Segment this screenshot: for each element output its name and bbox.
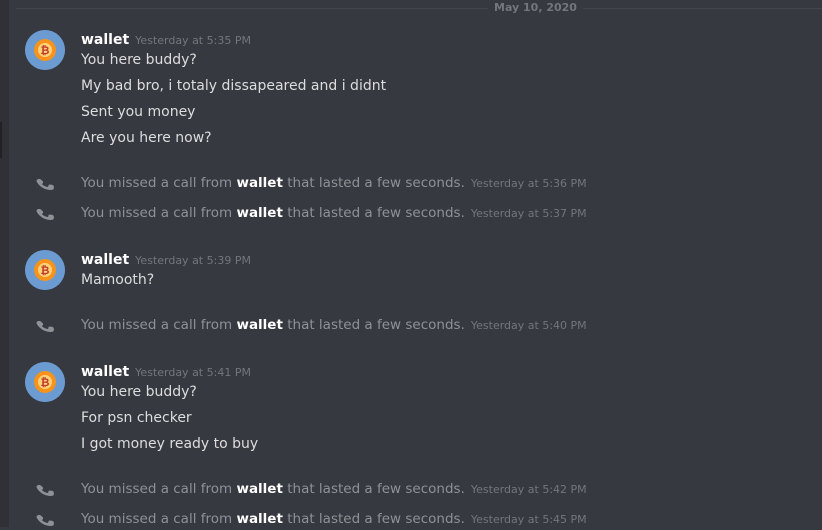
caller-name[interactable]: wallet [236, 511, 282, 527]
scrollbar-stub [0, 122, 2, 158]
phone-missed-icon [36, 178, 54, 190]
message-text: My bad bro, i totaly dissapeared and i d… [81, 78, 387, 94]
message-timestamp: Yesterday at 5:39 PM [135, 254, 251, 267]
message-timestamp: Yesterday at 5:41 PM [135, 366, 251, 379]
bitcoin-avatar-icon[interactable]: ₿ [25, 362, 65, 402]
username[interactable]: wallet [81, 364, 129, 380]
message-timestamp: Yesterday at 5:35 PM [135, 34, 251, 47]
message-text: Are you here now? [81, 130, 212, 146]
caller-name[interactable]: wallet [236, 317, 282, 333]
bitcoin-avatar-icon[interactable]: ₿ [25, 30, 65, 70]
caller-name[interactable]: wallet [236, 205, 282, 221]
date-divider: May 10, 2020 [488, 1, 583, 15]
svg-text:₿: ₿ [41, 44, 50, 57]
call-timestamp: Yesterday at 5:42 PM [470, 483, 587, 496]
call-timestamp: Yesterday at 5:36 PM [470, 177, 587, 190]
phone-missed-icon [36, 320, 54, 332]
caller-name[interactable]: wallet [236, 175, 282, 191]
phone-missed-icon [36, 484, 54, 496]
message-text: Mamooth? [81, 272, 155, 288]
call-timestamp: Yesterday at 5:45 PM [470, 513, 587, 526]
message-text: You here buddy? [81, 52, 197, 68]
message-text: I got money ready to buy [81, 436, 259, 452]
message-text: Sent you money [81, 104, 196, 120]
username[interactable]: wallet [81, 32, 129, 48]
svg-text:₿: ₿ [41, 376, 50, 389]
svg-text:₿: ₿ [41, 264, 50, 277]
message-header: wallet Yesterday at 5:39 PM [81, 250, 251, 270]
phone-missed-icon [36, 514, 54, 526]
username[interactable]: wallet [81, 252, 129, 268]
message-header: wallet Yesterday at 5:41 PM [81, 362, 251, 382]
missed-call-message: You missed a call from wallet that laste… [81, 175, 587, 191]
missed-call-message: You missed a call from wallet that laste… [81, 511, 587, 527]
caller-name[interactable]: wallet [236, 481, 282, 497]
bitcoin-avatar-icon[interactable]: ₿ [25, 250, 65, 290]
missed-call-message: You missed a call from wallet that laste… [81, 317, 587, 333]
call-timestamp: Yesterday at 5:37 PM [470, 207, 587, 220]
phone-missed-icon [36, 208, 54, 220]
message-header: wallet Yesterday at 5:35 PM [81, 30, 251, 50]
message-text: You here buddy? [81, 384, 197, 400]
missed-call-message: You missed a call from wallet that laste… [81, 205, 587, 221]
call-timestamp: Yesterday at 5:40 PM [470, 319, 587, 332]
date-divider-line [16, 8, 822, 9]
message-text: For psn checker [81, 410, 192, 426]
left-panel-edge [0, 0, 9, 527]
missed-call-message: You missed a call from wallet that laste… [81, 481, 587, 497]
